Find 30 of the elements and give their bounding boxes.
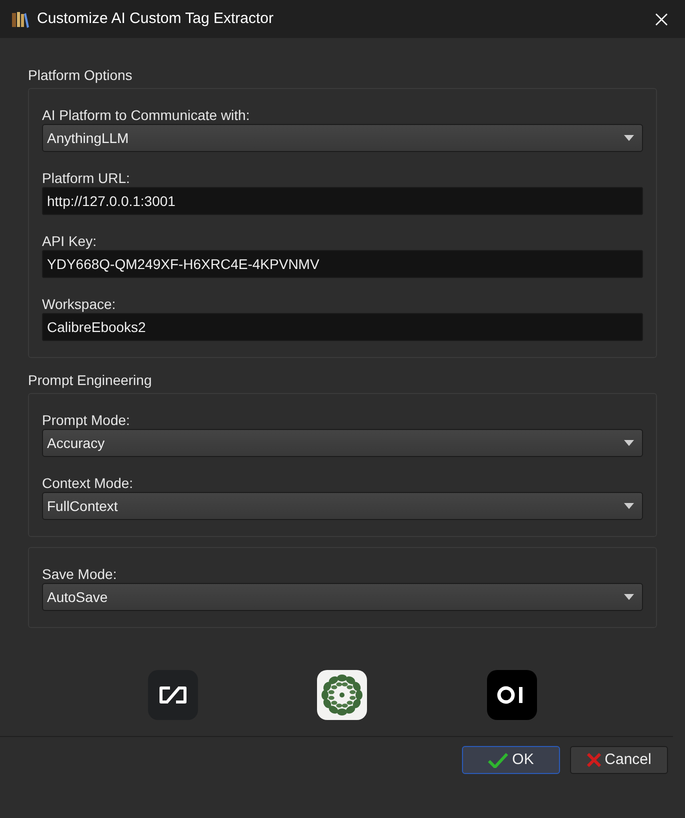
dropdown[interactable]: Accuracy [42,429,643,457]
field-label: Platform URL: [42,169,131,187]
books-icon [11,10,29,28]
cancel-button[interactable]: Cancel [570,746,668,774]
dropdown-arrow-icon [624,594,634,600]
ok-button[interactable]: OK [462,746,560,774]
input-field[interactable]: CalibreEbooks2 [42,313,643,341]
link-logo-icon [148,670,198,720]
field-label: Save Mode: [42,565,118,583]
field-label: AI Platform to Communicate with: [42,106,251,124]
group-title: Prompt Engineering [28,371,153,389]
field-label: Workspace: [42,295,117,313]
input-field[interactable]: YDY668Q-QM249XF-H6XRC4E-4KPVNMV [42,250,643,278]
checkmark-icon [488,752,508,768]
close-icon[interactable] [655,12,668,26]
group-title: Platform Options [28,66,134,84]
cross-icon [586,753,601,767]
input-field[interactable]: http://127.0.0.1:3001 [42,187,643,215]
dropdown[interactable]: AutoSave [42,583,643,611]
dropdown[interactable]: FullContext [42,492,643,520]
field-label: Prompt Mode: [42,411,131,429]
dropdown-arrow-icon [624,440,634,446]
field-label: Context Mode: [42,474,134,492]
dropdown-arrow-icon [624,503,634,509]
dropdown-arrow-icon [624,135,634,141]
oi-logo-icon [487,670,538,720]
window-title: Customize AI Custom Tag Extractor [37,8,274,29]
dropdown[interactable]: AnythingLLM [42,124,643,152]
field-label: API Key: [42,232,98,250]
flower-logo-icon [317,670,368,720]
